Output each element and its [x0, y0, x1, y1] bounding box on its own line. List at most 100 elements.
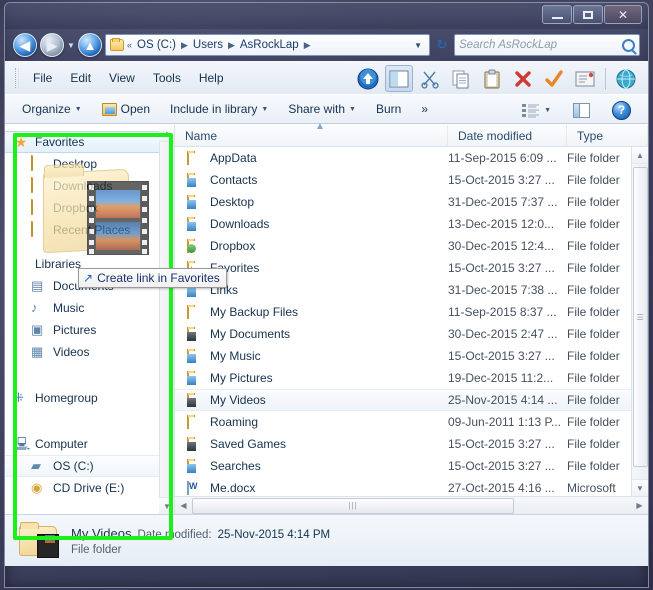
table-row[interactable]: My Music 15-Oct-2015 3:27 ... File folde… [175, 345, 648, 367]
table-row[interactable]: My Backup Files 11-Sep-2015 8:37 ... Fil… [175, 301, 648, 323]
menu-tools[interactable]: Tools [145, 68, 189, 88]
sidebar-item-favorites[interactable]: ★ Favorites [5, 131, 160, 153]
navpane-scrollbar[interactable]: ▲ ▼ [158, 125, 174, 514]
menu-help[interactable]: Help [191, 68, 232, 88]
breadcrumb-separator-icon: ▶ [227, 39, 235, 50]
table-row[interactable]: Me.docx 27-Oct-2015 4:16 ... Microsoft [175, 477, 648, 496]
details-line-1: My Videos Date modified: 25-Nov-2015 4:1… [71, 526, 330, 541]
table-row[interactable]: Saved Games 15-Oct-2015 3:27 ... File fo… [175, 433, 648, 455]
up-button[interactable]: ▲ [78, 33, 102, 57]
navpane-scroll-up-button[interactable]: ▲ [158, 125, 174, 142]
sidebar-item-dropbox[interactable]: Dropbox [5, 197, 174, 219]
sidebar-item-recent-places[interactable]: Recent Places [5, 219, 174, 241]
file-name-cell: My Pictures [175, 371, 448, 385]
forward-button[interactable]: ▶ [40, 33, 64, 57]
delete-x-icon[interactable] [509, 65, 537, 92]
check-mark-icon[interactable] [540, 65, 568, 92]
file-name-text: Contacts [210, 173, 258, 187]
navpane-scroll-down-button[interactable]: ▼ [158, 497, 174, 514]
globe-icon[interactable] [612, 65, 640, 92]
menu-view[interactable]: View [101, 68, 143, 88]
help-button[interactable]: ? [603, 97, 640, 124]
sidebar-item-homegroup[interactable]: ⁜ Homegroup [5, 387, 174, 409]
menu-edit[interactable]: Edit [62, 68, 99, 88]
open-button[interactable]: Open [93, 98, 159, 120]
column-header-type[interactable]: Type [567, 124, 648, 147]
search-input[interactable]: Search AsRockLap [454, 34, 640, 56]
sidebar-item-pictures[interactable]: ▣ Pictures [5, 319, 174, 341]
sidebar-item-label: Videos [53, 345, 90, 359]
maximize-button[interactable] [573, 5, 603, 24]
file-name-text: Saved Games [210, 437, 287, 451]
cd-drive-icon: ◉ [31, 480, 43, 495]
table-row[interactable]: Roaming 09-Jun-2011 1:13 P... File folde… [175, 411, 648, 433]
horizontal-scrollbar[interactable]: ◀ ||| ▶ [175, 496, 648, 514]
sidebar-item-cd-drive-e[interactable]: ◉ CD Drive (E:) [5, 477, 174, 499]
column-header-name[interactable]: Name [175, 124, 448, 147]
list-view-icon [522, 103, 540, 117]
table-row[interactable]: My Videos 25-Nov-2015 4:14 ... File fold… [175, 389, 648, 411]
hscroll-track[interactable]: ||| [192, 497, 631, 514]
organize-button[interactable]: Organize ▼ [13, 98, 91, 120]
scroll-down-button[interactable]: ▼ [631, 479, 648, 496]
breadcrumb[interactable]: « OS (C:) ▶ Users ▶ AsRockLap ▶ ▼ [105, 34, 430, 56]
scrollbar-thumb[interactable]: ☰ [633, 167, 648, 467]
table-row[interactable]: Searches 15-Oct-2015 3:27 ... File folde… [175, 455, 648, 477]
folder-searches-icon [187, 459, 203, 473]
table-row[interactable]: Contacts 15-Oct-2015 3:27 ... File folde… [175, 169, 648, 191]
hscrollbar-thumb[interactable]: ||| [192, 497, 514, 514]
breadcrumb-dropdown-icon[interactable]: ▼ [409, 41, 427, 50]
breadcrumb-item-0[interactable]: OS (C:) [135, 38, 178, 52]
sidebar-item-videos[interactable]: ▦ Videos [5, 341, 174, 363]
file-date-cell: 11-Sep-2015 8:37 ... [448, 305, 557, 319]
sidebar-item-downloads[interactable]: Downloads [5, 175, 174, 197]
explorer-window: ✕ ◀ ▶ ▼ ▲ « OS (C:) ▶ Users ▶ AsRockLap … [4, 2, 649, 588]
table-row[interactable]: Dropbox 30-Dec-2015 12:4... File folder [175, 235, 648, 257]
sidebar-item-os-c[interactable]: ▰ OS (C:) [5, 455, 160, 477]
breadcrumb-overflow[interactable]: « [126, 40, 133, 50]
copy-icon[interactable] [447, 65, 475, 92]
sidebar-item-music[interactable]: ♪ Music [5, 297, 174, 319]
burn-button[interactable]: Burn [367, 98, 410, 120]
share-with-button[interactable]: Share with ▼ [279, 98, 365, 120]
paste-icon[interactable] [478, 65, 506, 92]
file-name-cell: Searches [175, 459, 448, 473]
shortcut-arrow-icon: ↗ [83, 271, 94, 285]
table-row[interactable]: My Pictures 19-Dec-2015 11:2... File fol… [175, 367, 648, 389]
recent-pages-caret-icon[interactable]: ▼ [67, 41, 75, 50]
show-preview-pane-button[interactable] [564, 99, 599, 122]
scroll-right-button[interactable]: ▶ [631, 497, 648, 514]
sidebar-item-label: OS (C:) [53, 459, 94, 473]
sidebar-item-desktop[interactable]: Desktop [5, 153, 174, 175]
minimize-button[interactable] [542, 5, 572, 24]
scroll-left-button[interactable]: ◀ [175, 497, 192, 514]
refresh-button[interactable]: ↻ [433, 37, 451, 53]
breadcrumb-item-2[interactable]: AsRockLap [238, 38, 301, 52]
menu-file[interactable]: File [25, 68, 60, 88]
more-commands-button[interactable]: » [412, 98, 437, 120]
table-row[interactable]: Links 31-Dec-2015 7:38 ... File folder [175, 279, 648, 301]
preview-pane-icon[interactable] [385, 65, 413, 92]
column-header-date-modified[interactable]: Date modified [448, 124, 567, 147]
search-placeholder: Search AsRockLap [459, 39, 558, 51]
file-list-scrollbar[interactable]: ▲ ☰ ▼ [631, 147, 648, 496]
close-button[interactable]: ✕ [604, 5, 642, 24]
chevron-down-icon: ▼ [261, 105, 269, 113]
table-row[interactable]: ★Favorites 15-Oct-2015 3:27 ... File fol… [175, 257, 648, 279]
up-arrow-icon[interactable] [354, 65, 382, 92]
table-row[interactable]: Downloads 13-Dec-2015 12:0... File folde… [175, 213, 648, 235]
rename-icon[interactable] [571, 65, 599, 92]
chevron-down-icon: ▼ [544, 106, 551, 114]
scroll-up-button[interactable]: ▲ [631, 147, 648, 164]
include-in-library-button[interactable]: Include in library ▼ [161, 98, 277, 120]
back-button[interactable]: ◀ [13, 33, 37, 57]
table-row[interactable]: My Documents 30-Dec-2015 2:47 ... File f… [175, 323, 648, 345]
cut-scissors-icon[interactable] [416, 65, 444, 92]
breadcrumb-item-1[interactable]: Users [191, 38, 225, 52]
forward-arrow-icon: ▶ [47, 37, 57, 53]
sidebar-item-computer[interactable]: 🖳 Computer [5, 433, 174, 455]
details-pane: My Videos Date modified: 25-Nov-2015 4:1… [5, 514, 648, 566]
table-row[interactable]: Desktop 31-Dec-2015 7:37 ... File folder [175, 191, 648, 213]
change-view-button[interactable]: ▼ [513, 99, 560, 122]
table-row[interactable]: AppData 11-Sep-2015 6:09 ... File folder [175, 147, 648, 169]
